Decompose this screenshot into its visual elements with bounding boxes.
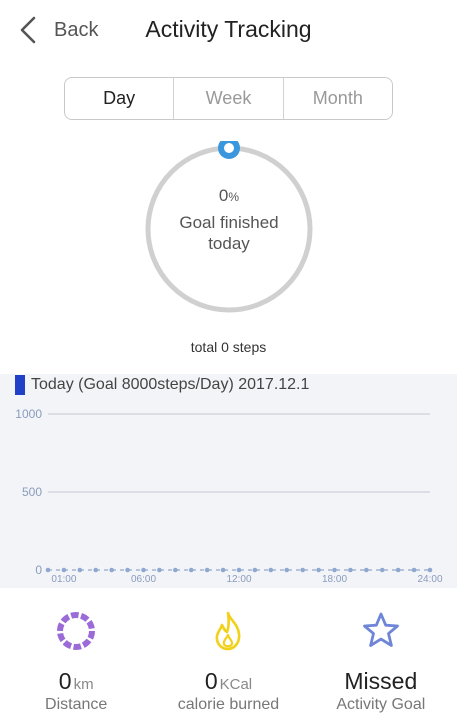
stat-calories[interactable]: 0 KCal calorie burned [152,588,304,720]
steps-chart: 1000 500 0 01:00 06:00 12:00 18:00 24:00 [15,407,443,585]
data-point [220,567,226,573]
data-point [157,567,162,573]
goal-status-text: Goal finished today [141,212,317,254]
period-tabs: Day Week Month [64,77,393,120]
steps-chart-panel: 1000 500 0 01:00 06:00 12:00 18:00 24:00 Today … [0,374,457,588]
activity-goal-value: Missed [305,668,457,695]
data-point [411,567,417,573]
data-point [316,567,321,573]
y-tick-label: 500 [22,485,42,499]
data-point [236,567,242,573]
data-point [364,567,369,573]
percent-number: 0 [218,186,229,205]
data-point [268,567,274,573]
chart-title: Today (Goal 8000steps/Day) 2017.12.1 [31,376,310,393]
x-tick-label: 06:00 [131,574,156,585]
data-point [109,567,114,573]
data-point [332,567,337,573]
calorie-value: 0 KCal [152,668,304,695]
data-point [93,567,99,573]
data-point [125,567,130,573]
top-bar: Back Activity Tracking [0,0,457,60]
stat-distance[interactable]: 0 km Distance [0,588,152,720]
activity-goal-status: Missed [344,668,418,694]
tab-week[interactable]: Week [173,78,282,119]
data-point [173,567,178,573]
activity-goal-label: Activity Goal [336,696,426,713]
stat-activity-goal[interactable]: Missed Activity Goal [305,588,457,720]
calorie-number: 0 [204,668,218,694]
total-steps: total 0 steps [190,339,267,355]
y-tick-label: 0 [35,563,42,577]
page-title-text: Activity Tracking [145,16,312,42]
data-point [379,567,385,573]
percent-value: 0% [141,186,317,206]
data-point [252,567,258,573]
data-point [395,567,401,573]
ring-center-text: 0% Goal finished today [141,186,317,254]
percent-sign: % [228,190,240,204]
y-tick-label: 1000 [15,407,42,421]
distance-unit: km [73,676,94,693]
data-point [348,567,353,573]
flame-icon [216,611,241,651]
distance-value: 0 km [0,668,152,695]
x-tick-label: 01:00 [51,574,76,585]
x-tick-label: 18:00 [322,574,347,585]
chart-header: Today (Goal 8000steps/Day) 2017.12.1 [15,375,309,395]
data-point [188,567,194,573]
x-tick-label: 24:00 [417,574,442,585]
tab-month[interactable]: Month [282,78,392,119]
distance-number: 0 [58,668,72,694]
distance-ring-icon [57,612,96,650]
goal-status-line1: Goal finished [179,213,279,232]
progress-knob-center [224,143,234,153]
calorie-unit: KCal [219,676,253,693]
x-tick-label: 12:00 [226,574,251,585]
tab-day[interactable]: Day [65,78,173,119]
data-point [45,567,51,573]
star-icon [362,612,399,647]
calorie-label: calorie burned [177,696,280,713]
data-point [204,567,210,573]
goal-status-line2: today [208,234,250,253]
data-point [300,567,305,573]
data-point [284,567,290,573]
legend-swatch [15,375,25,395]
data-point [141,567,146,573]
data-point [77,567,83,573]
data-point [427,567,433,573]
page-title: Activity Tracking [0,16,457,43]
goal-progress-ring: 0% Goal finished today [141,137,317,317]
data-point [61,567,67,573]
distance-label: Distance [45,696,108,713]
stats-row: 0 km Distance 0 KCal calorie burned Missed… [0,588,457,720]
